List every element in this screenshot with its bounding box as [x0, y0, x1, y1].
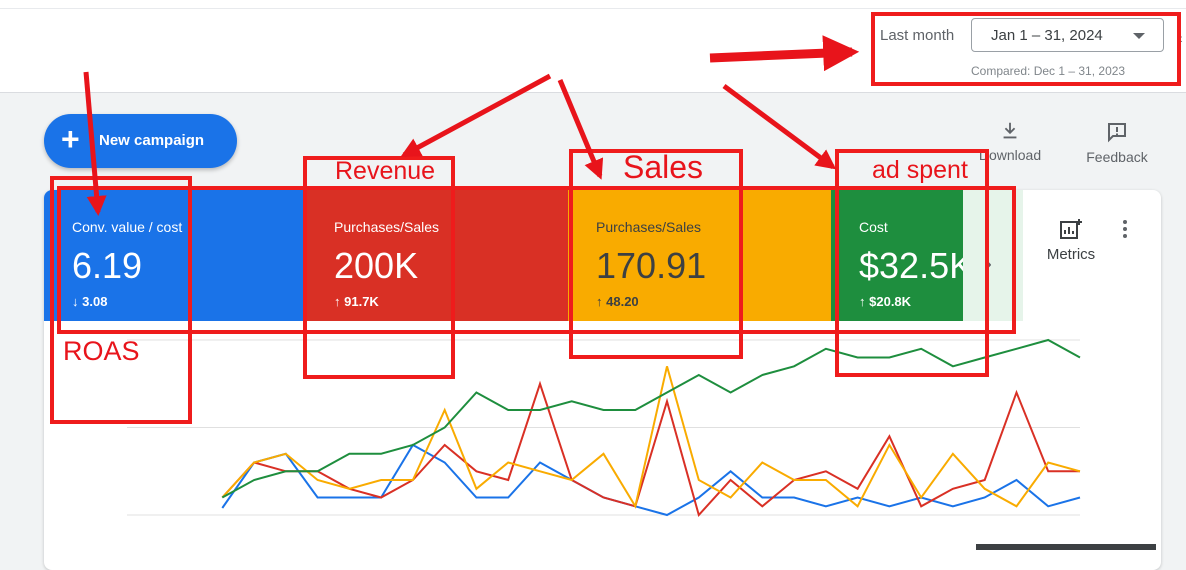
annotation-revenue: Revenue	[335, 157, 436, 185]
chart-series-line	[221, 366, 1081, 509]
chart-series-line	[221, 380, 1080, 518]
annotation-ad-spent: ad spent	[872, 156, 968, 184]
annotation-box-date	[871, 12, 1181, 86]
corner-panel	[976, 544, 1156, 550]
annotation-box-tiles	[57, 186, 1016, 334]
annotation-roas: ROAS	[63, 336, 140, 366]
annotation-sales: Sales	[623, 149, 704, 185]
